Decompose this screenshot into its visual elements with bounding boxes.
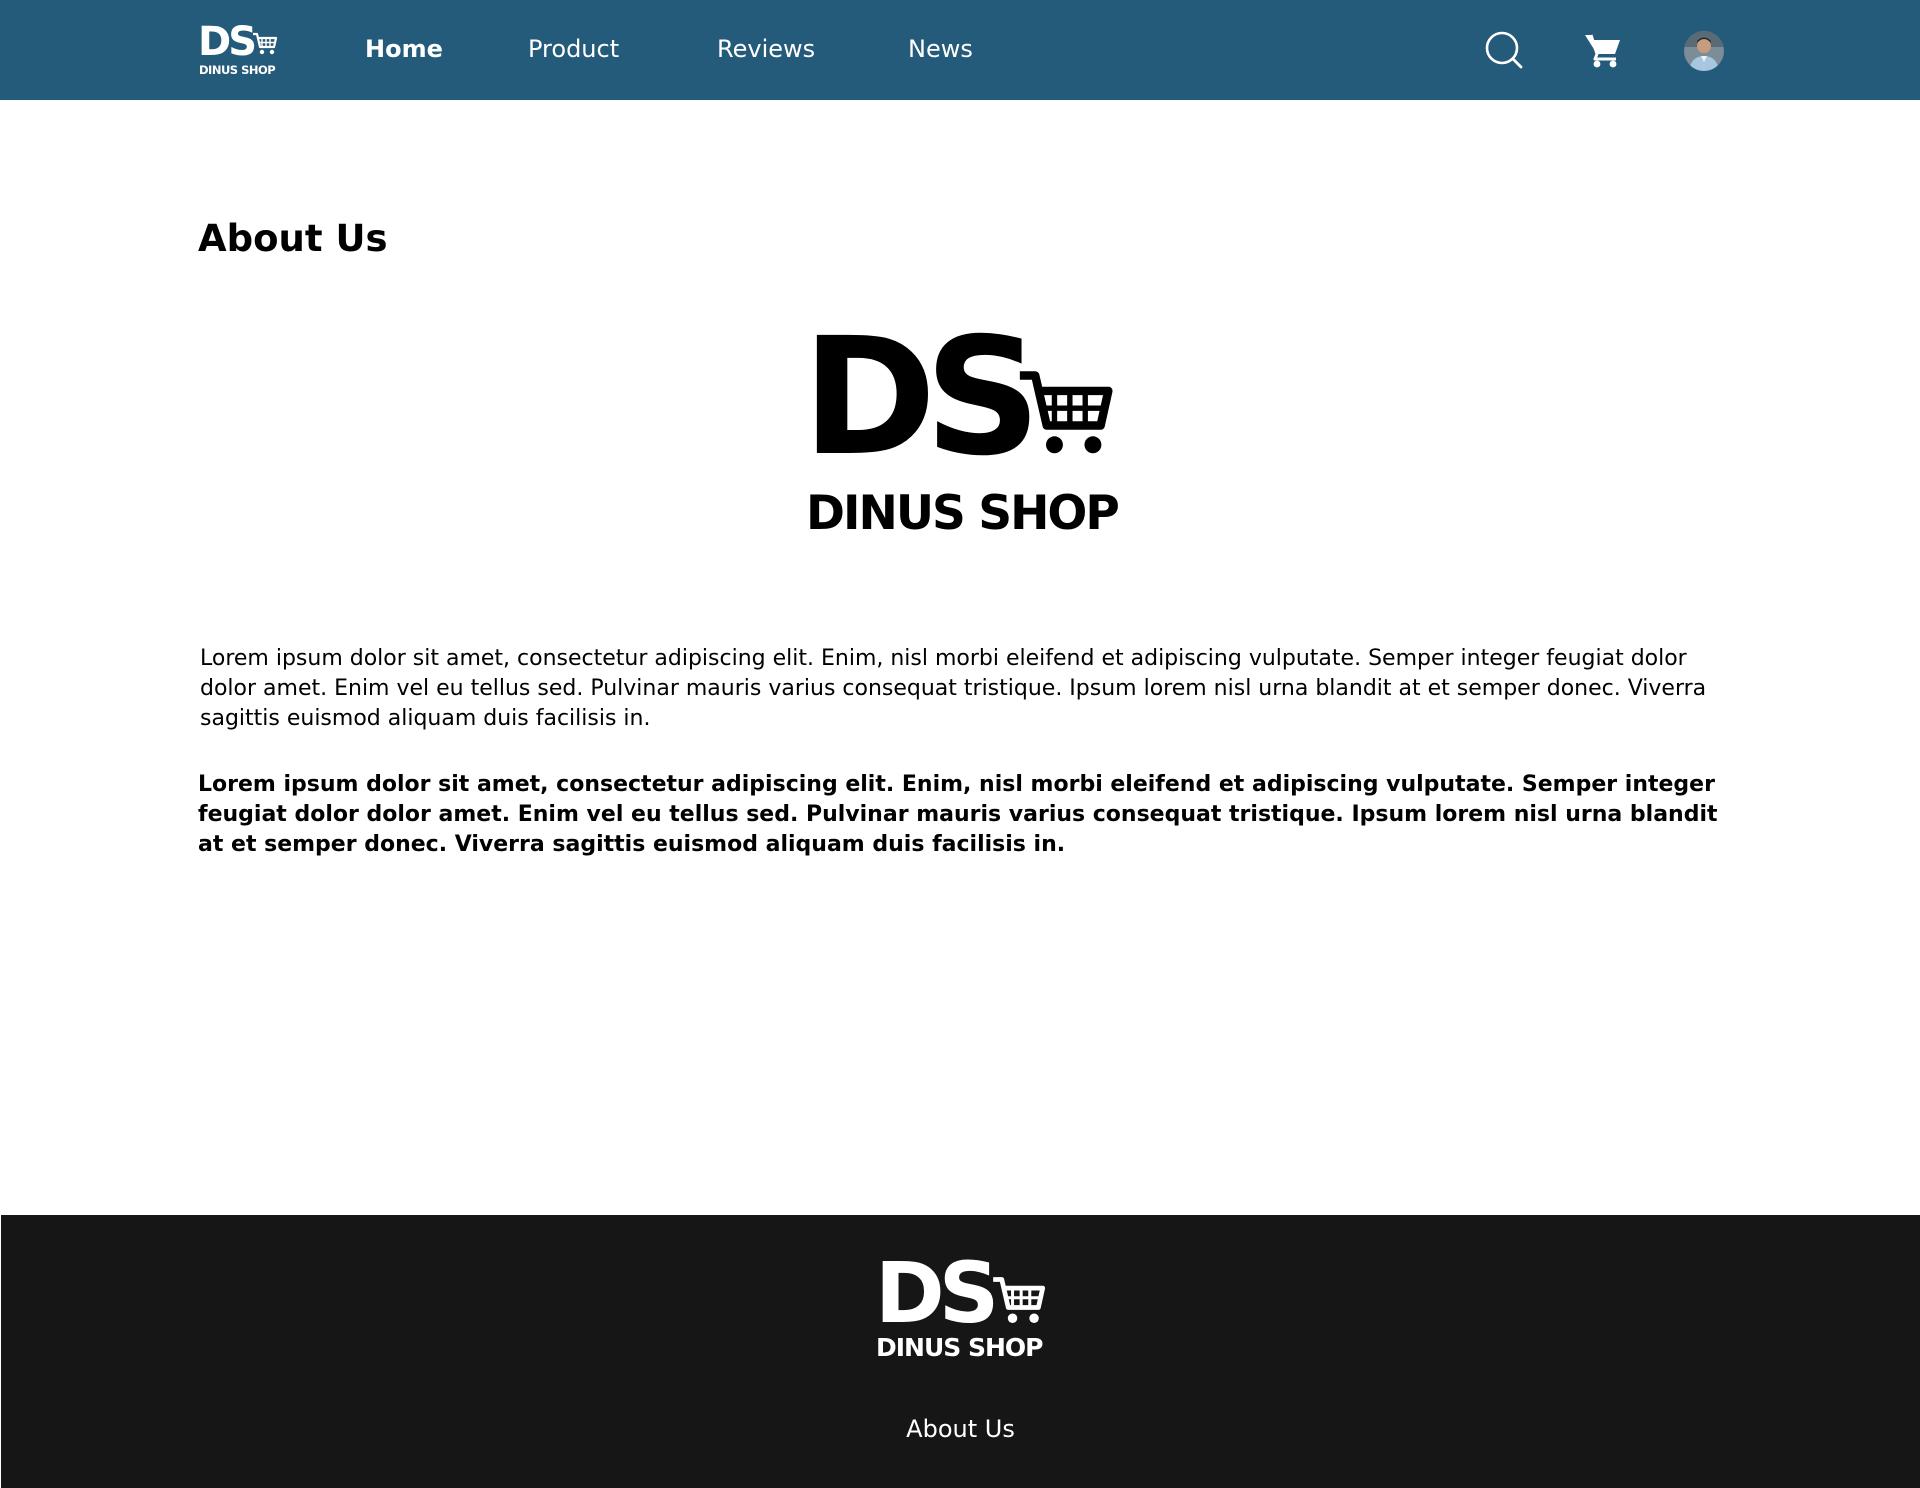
footer-about-link[interactable]: About Us bbox=[1, 1413, 1920, 1445]
user-avatar[interactable] bbox=[1684, 31, 1724, 71]
footer: DS DINUS SHOP About Us bbox=[1, 1215, 1920, 1488]
footer-brand-logo[interactable]: DS DINUS SHOP bbox=[875, 1244, 1051, 1369]
logo-wordmark: DINUS SHOP bbox=[806, 486, 1120, 541]
nav-product[interactable]: Product bbox=[528, 33, 619, 65]
logo-wordmark: DINUS SHOP bbox=[199, 63, 276, 77]
logo-wordmark: DINUS SHOP bbox=[876, 1333, 1043, 1362]
logo-initials: DS bbox=[875, 1244, 999, 1342]
top-navbar: DS DINUS SHOP Home Product Reviews News bbox=[0, 0, 1920, 100]
logo-initials: DS bbox=[802, 304, 1041, 492]
cart-logo-icon bbox=[1019, 371, 1113, 454]
nav-reviews[interactable]: Reviews bbox=[717, 33, 815, 65]
about-paragraph-bold: Lorem ipsum dolor sit amet, consectetur … bbox=[198, 772, 1718, 857]
cart-logo-icon bbox=[993, 1277, 1046, 1323]
nav-home[interactable]: Home bbox=[365, 33, 443, 65]
hero-brand-logo: DS DINUS SHOP bbox=[802, 317, 1120, 542]
logo-initials: DS bbox=[198, 19, 257, 65]
cart-icon[interactable] bbox=[1584, 32, 1622, 68]
cart-logo-icon bbox=[253, 32, 278, 55]
avatar-photo-icon bbox=[1684, 31, 1724, 71]
brand-logo[interactable]: DS DINUS SHOP bbox=[198, 20, 280, 78]
search-icon[interactable] bbox=[1484, 30, 1524, 70]
nav-news[interactable]: News bbox=[908, 33, 973, 65]
about-paragraph: Lorem ipsum dolor sit amet, consectetur … bbox=[200, 646, 1707, 731]
page-title: About Us bbox=[198, 217, 388, 260]
